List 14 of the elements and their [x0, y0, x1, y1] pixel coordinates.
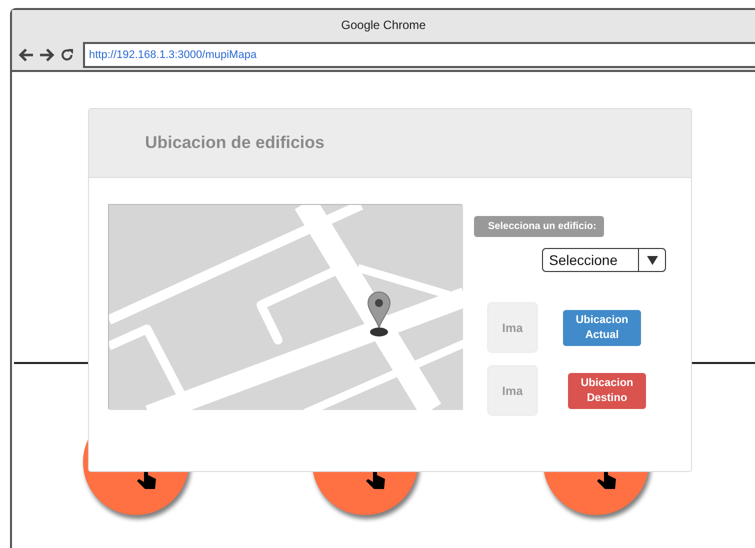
- window-title: Google Chrome: [341, 17, 426, 34]
- select-label: Selecciona un edificio:: [474, 216, 604, 237]
- dialog-title: Ubicacion de edificios: [145, 132, 324, 154]
- image-placeholder-field: Ima: [487, 365, 538, 416]
- back-icon[interactable]: [18, 48, 34, 62]
- reload-icon[interactable]: [60, 48, 74, 62]
- location-button[interactable]: Ubicacion Destino: [568, 372, 646, 408]
- forward-icon[interactable]: [39, 48, 55, 62]
- location-button[interactable]: Ubicacion Actual: [563, 310, 641, 346]
- building-select[interactable]: Seleccione: [542, 248, 666, 272]
- address-field[interactable]: http://192.168.1.3:3000/mupiMapa: [83, 42, 755, 68]
- image-placeholder-field: Ima: [487, 302, 538, 353]
- map-pin-icon: [367, 291, 391, 337]
- caret-icon: [646, 256, 658, 264]
